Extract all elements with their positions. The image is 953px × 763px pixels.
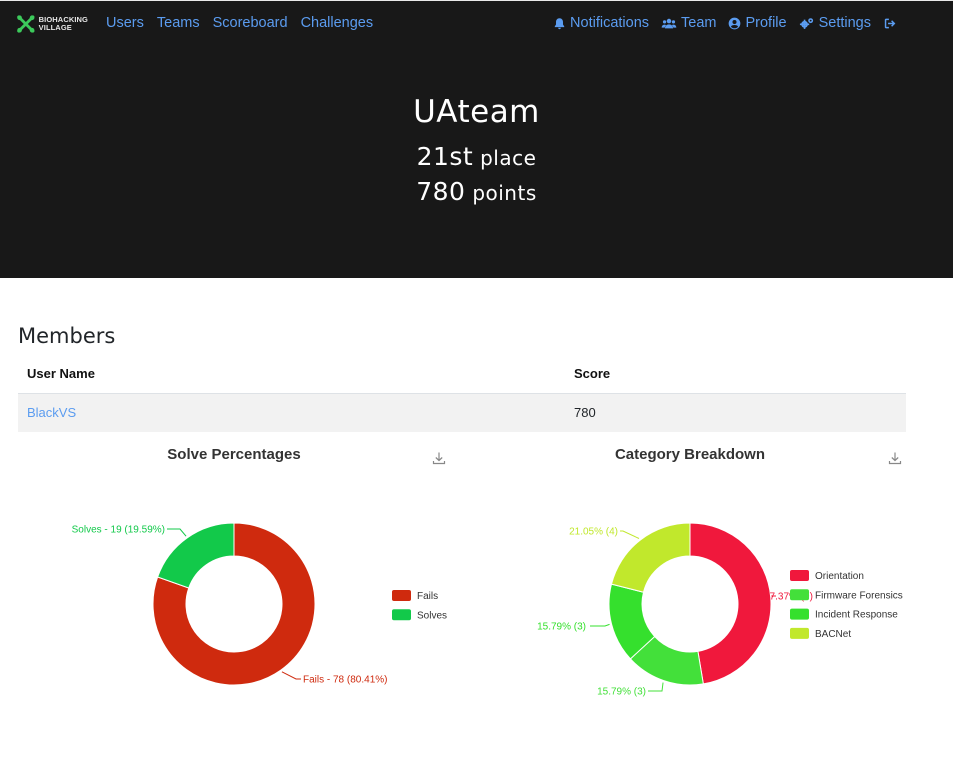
brand-line-2: VILLAGE (38, 23, 72, 32)
members-heading: Members (18, 324, 116, 348)
solve-percentages-chart: Fails - 78 (80.41%) Fails Solves - 19 (19.… (72, 522, 447, 686)
bell-icon (554, 17, 565, 29)
slice-data-label: Solves - 19 (19.59%) (72, 525, 165, 536)
solve-chart-download[interactable] (432, 451, 446, 465)
sign-out-icon (884, 18, 896, 29)
nav-left: Users Teams Scoreboard Challenges (106, 15, 373, 31)
dna-wrench-icon (17, 15, 35, 33)
navbar: BIOHACKING VILLAGE Users Teams Scoreboar… (0, 0, 953, 46)
nav-notifications[interactable]: Notifications (553, 15, 649, 31)
users-icon (661, 18, 677, 28)
table-row: BlackVS 780 (18, 393, 906, 432)
nav-scoreboard[interactable]: Scoreboard (213, 15, 288, 31)
nav-challenges[interactable]: Challenges (301, 15, 374, 31)
nav-profile-label: Profile (745, 15, 787, 31)
brand-logo[interactable]: BIOHACKING VILLAGE (16, 13, 88, 35)
download-icon (432, 452, 446, 465)
legend-swatch[interactable] (790, 589, 809, 601)
nav-settings[interactable]: Settings (799, 15, 871, 31)
members-table: User Name Score BlackVS 780 (18, 355, 906, 432)
brand-text: BIOHACKING VILLAGE (39, 16, 88, 32)
category-breakdown-title: Category Breakdown (614, 446, 766, 463)
team-points-label: points (472, 181, 537, 205)
legend-label[interactable]: Fails (417, 591, 438, 602)
cogs-icon (799, 17, 813, 29)
slice-label-line (590, 623, 610, 627)
legend-swatch[interactable] (790, 570, 809, 581)
pie-slice-bacnet[interactable] (610, 522, 691, 593)
team-points: 780 points (0, 177, 953, 206)
legend-swatch[interactable] (392, 590, 411, 601)
nav-users[interactable]: Users (106, 15, 144, 31)
nav-notifications-label: Notifications (570, 15, 650, 31)
legend-swatch[interactable] (790, 627, 809, 639)
category-breakdown-chart: 47.37% (9)Orientation15.79% (3)Firmware … (537, 522, 903, 698)
team-name: UAteam (413, 94, 540, 130)
legend-label[interactable]: Firmware Forensics (815, 590, 903, 601)
team-points-number: 780 (416, 177, 466, 206)
column-user-name: User Name (18, 355, 565, 394)
legend-swatch[interactable] (392, 609, 411, 621)
category-chart-download[interactable] (888, 451, 902, 465)
slice-data-label: 15.79% (3) (597, 687, 646, 698)
slice-label-line (167, 528, 187, 537)
team-header: UAteam 21st place 780 points (0, 46, 953, 278)
pie-slice-solves[interactable] (157, 522, 235, 589)
legend-label[interactable]: BACNet (815, 629, 851, 640)
members-table-header: User Name Score (18, 355, 906, 394)
legend-swatch[interactable] (790, 608, 809, 620)
team-place-label: place (480, 146, 537, 170)
slice-data-label: Fails - 78 (80.41%) (303, 675, 387, 686)
nav-right: Notifications Team Profile Settings (553, 15, 871, 31)
solve-percentages-title: Solve Percentages (167, 446, 301, 463)
nav-team-label: Team (681, 15, 717, 31)
slice-label-line (648, 682, 664, 692)
member-score-cell: 780 (565, 393, 906, 432)
legend-label[interactable]: Incident Response (815, 610, 898, 621)
nav-teams[interactable]: Teams (157, 15, 200, 31)
download-icon (888, 452, 902, 465)
slice-data-label: 21.05% (4) (569, 527, 618, 538)
user-circle-icon (729, 17, 741, 29)
column-score: Score (565, 355, 906, 394)
nav-settings-label: Settings (818, 15, 871, 31)
member-name-cell: BlackVS (18, 393, 565, 432)
legend-label[interactable]: Solves (417, 610, 447, 621)
team-place: 21st place (0, 142, 953, 171)
slice-label-line (281, 671, 301, 680)
legend-label[interactable]: Orientation (815, 571, 864, 582)
member-name-link[interactable]: BlackVS (27, 405, 76, 420)
nav-logout[interactable] (884, 17, 897, 35)
team-place-number: 21st (416, 142, 474, 171)
pie-slice-orientation[interactable] (689, 522, 772, 685)
slice-label-line (620, 530, 640, 539)
nav-team[interactable]: Team (661, 15, 716, 31)
nav-profile[interactable]: Profile (728, 15, 787, 31)
slice-data-label: 15.79% (3) (537, 622, 586, 633)
